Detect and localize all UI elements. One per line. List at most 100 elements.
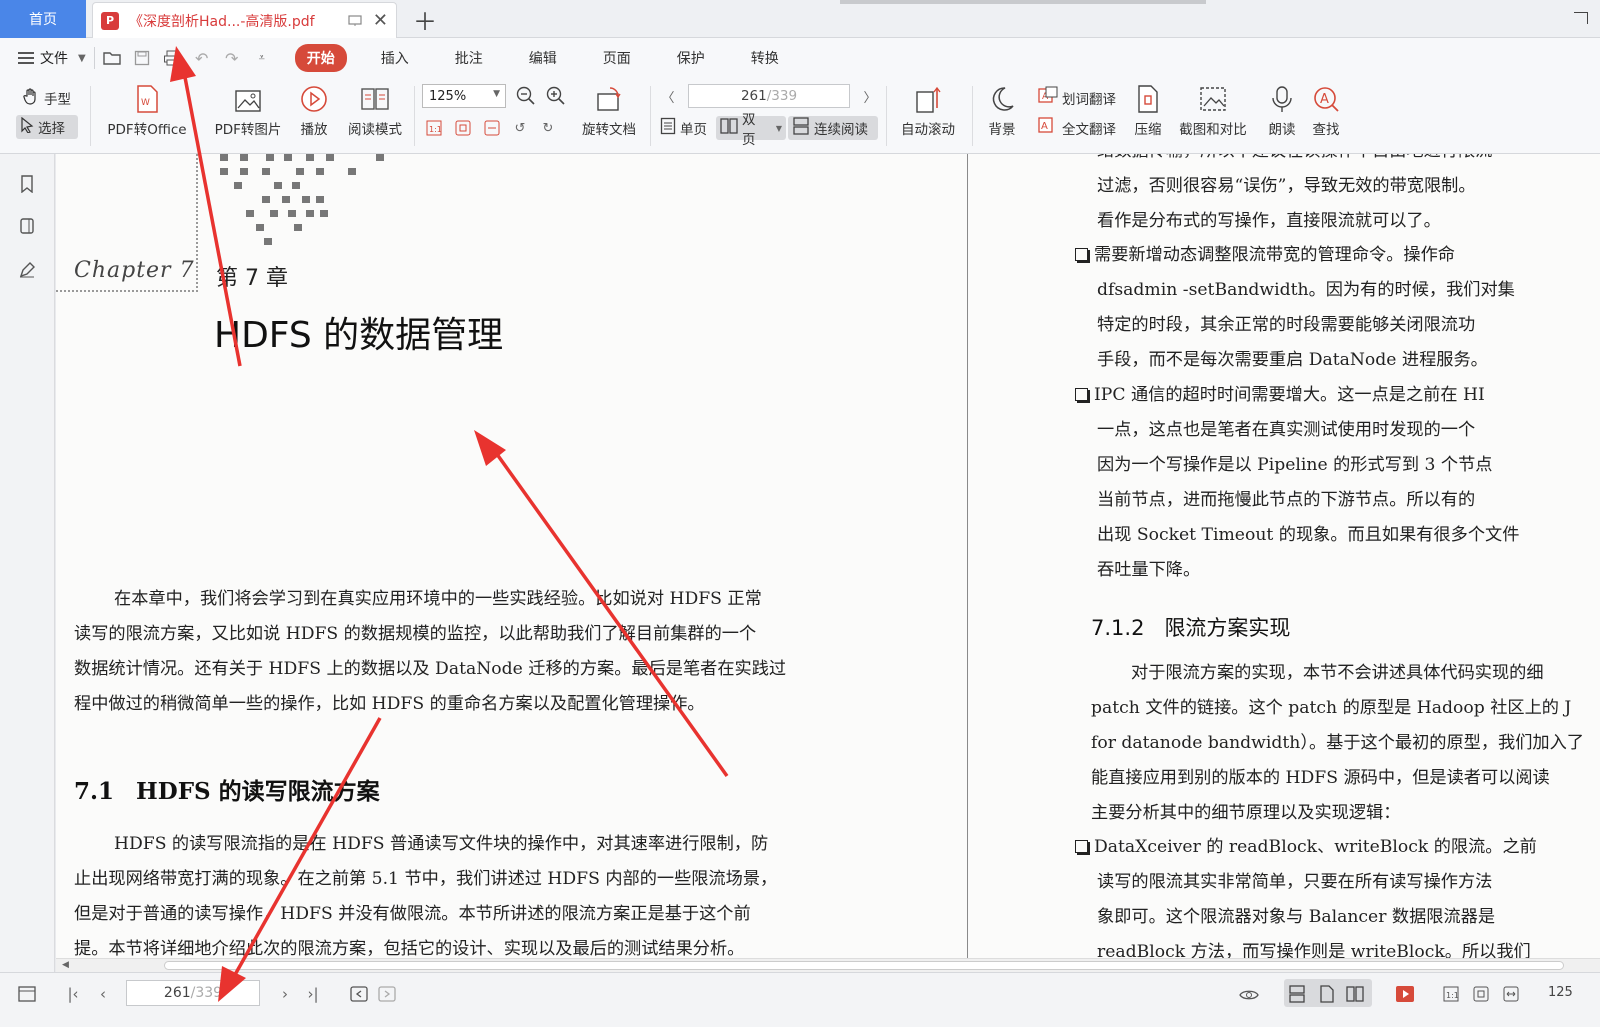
first-page-icon[interactable]: |‹ <box>62 983 84 1005</box>
compress-button[interactable]: 压缩 <box>1128 78 1168 138</box>
chapter-title: HDFS 的数据管理 <box>214 315 504 356</box>
undo-icon[interactable]: ↶ <box>193 49 211 68</box>
back-icon[interactable] <box>348 983 370 1005</box>
read-mode-label: 阅读模式 <box>348 122 402 138</box>
find-button[interactable]: A 查找 <box>1306 78 1346 138</box>
sidebar-toggle-icon[interactable] <box>16 983 38 1005</box>
text-block: 络数据传输，所以不建议在读操作中自由地进行限流 过滤，否则很容易“误伤”，导致无… <box>1097 154 1492 239</box>
single-page-label: 单页 <box>680 122 707 138</box>
close-tab-icon[interactable]: ✕ <box>373 10 388 31</box>
read-aloud-button[interactable]: 朗读 <box>1262 78 1302 138</box>
actual-size-icon[interactable]: 1:1 <box>1440 983 1462 1005</box>
zoom-out-icon[interactable] <box>516 86 536 106</box>
eye-protection-icon[interactable] <box>1238 983 1260 1005</box>
screenshot-compare-button[interactable]: 截图和对比 <box>1174 78 1252 138</box>
home-tab[interactable]: 首页 <box>0 0 86 38</box>
bullet-item: DataXceiver 的 readBlock、writeBlock 的限流。之… <box>1075 830 1537 958</box>
text-line: 特定的时段，其余正常的时段需要能够关闭限流功 <box>1097 315 1476 335</box>
select-tool-button[interactable]: 选择 <box>16 115 78 139</box>
document-viewport[interactable]: Chapter 7 第 7 章 HDFS 的数据管理 在本章中，我们将会学习到在… <box>56 154 1600 958</box>
background-button[interactable]: 背景 <box>980 78 1024 138</box>
horizontal-scrollbar[interactable]: ◀ <box>56 958 1600 972</box>
next-page-icon[interactable]: › <box>274 983 296 1005</box>
new-tab-button[interactable]: ＋ <box>412 6 438 36</box>
open-folder-icon[interactable] <box>103 49 121 67</box>
total-pages: /339 <box>766 88 798 104</box>
continuous-view-icon[interactable] <box>1286 983 1308 1005</box>
double-page-button[interactable]: 双页 ▼ <box>716 112 786 148</box>
full-translate-button[interactable]: A 全文翻译 <box>1034 116 1120 140</box>
tab-protect[interactable]: 保护 <box>665 44 717 72</box>
word-translate-button[interactable]: A 划词翻译 <box>1034 86 1120 110</box>
image-icon <box>233 84 263 114</box>
pin-tab-icon[interactable] <box>347 13 363 29</box>
fit-width-icon[interactable] <box>482 118 502 138</box>
moon-icon <box>987 84 1017 114</box>
previous-page-icon[interactable]: ‹ <box>92 983 114 1005</box>
chevron-down-icon: ▼ <box>493 89 500 99</box>
hand-tool-button[interactable]: 手型 <box>18 86 75 110</box>
double-view-icon[interactable] <box>1344 983 1366 1005</box>
zoom-in-icon[interactable] <box>546 86 566 106</box>
fit-page-icon[interactable] <box>453 118 473 138</box>
thumbnail-icon[interactable] <box>17 216 37 236</box>
auto-scroll-button[interactable]: 自动滚动 <box>892 78 964 138</box>
single-view-icon[interactable] <box>1316 983 1338 1005</box>
save-icon[interactable] <box>133 49 151 67</box>
full-translate-icon: A <box>1038 116 1058 140</box>
previous-page-icon[interactable]: 〈 <box>658 86 678 106</box>
redo-icon[interactable]: ↷ <box>223 49 241 68</box>
tab-page[interactable]: 页面 <box>591 44 643 72</box>
forward-icon[interactable] <box>376 983 398 1005</box>
tab-start[interactable]: 开始 <box>294 44 347 72</box>
pdf-to-office-button[interactable]: W PDF转Office <box>100 78 194 138</box>
tab-annotate[interactable]: 批注 <box>443 44 495 72</box>
status-zoom-value[interactable]: 125 <box>1548 985 1573 1000</box>
single-page-button[interactable]: 单页 <box>656 116 711 140</box>
continuous-read-button[interactable]: 连续阅读 <box>788 116 878 140</box>
rotate-document-button[interactable]: 旋转文档 <box>576 78 642 138</box>
customize-chevron-icon[interactable]: ⩡ <box>253 49 271 67</box>
play-label: 播放 <box>300 122 328 138</box>
rotate-right-icon[interactable]: ↻ <box>538 118 558 138</box>
restore-window-icon[interactable] <box>1574 12 1588 24</box>
tab-edit[interactable]: 编辑 <box>517 44 569 72</box>
next-page-icon[interactable]: 〉 <box>860 86 880 106</box>
document-tab[interactable]: P 《深度剖析Had...-高清版.pdf ✕ <box>92 2 397 38</box>
text-line: 需要新增动态调整限流带宽的管理命令。操作命 <box>1094 245 1455 265</box>
tab-convert[interactable]: 转换 <box>739 44 791 72</box>
auto-scroll-label: 自动滚动 <box>901 122 955 138</box>
last-page-icon[interactable]: ›| <box>302 983 324 1005</box>
current-page: 261 <box>740 88 767 104</box>
pdf-to-image-button[interactable]: PDF转图片 <box>210 78 286 138</box>
annotation-icon[interactable] <box>17 260 37 280</box>
text-line: 但是对于普通的读写操作，HDFS 并没有做限流。本节所讲述的限流方案正是基于这个… <box>74 904 751 924</box>
chevron-down-icon: ▼ <box>775 123 782 133</box>
fit-width-icon[interactable] <box>1500 983 1522 1005</box>
section-paragraph: HDFS 的读写限流指的是在 HDFS 普通读写文件块的操作中，对其速率进行限制… <box>74 827 954 958</box>
actual-size-icon[interactable]: 1:1 <box>424 118 444 138</box>
divider <box>650 86 651 146</box>
text-line: 出现 Socket Timeout 的现象。而且如果有很多个文件 <box>1097 525 1520 545</box>
translate-icon: A <box>1038 86 1058 110</box>
read-mode-button[interactable]: 阅读模式 <box>344 78 406 138</box>
divider <box>886 86 887 146</box>
play-button[interactable]: 播放 <box>296 78 332 138</box>
scrollbar-thumb[interactable] <box>164 961 1564 970</box>
text-line: 读写的限流其实非常简单，只要在所有读写操作方法 <box>1097 872 1493 892</box>
page-number-input[interactable]: 261/339 <box>688 84 850 108</box>
play-icon <box>299 84 329 114</box>
zoom-select[interactable]: 125% ▼ <box>422 84 506 108</box>
svg-text:1:1: 1:1 <box>1446 991 1459 1000</box>
file-menu[interactable]: 文件 ▼ <box>18 48 86 68</box>
chapter-script-label: Chapter 7 <box>74 258 195 283</box>
slideshow-icon[interactable] <box>1394 983 1416 1005</box>
rotate-left-icon[interactable]: ↺ <box>510 118 530 138</box>
bookmark-icon[interactable] <box>17 174 37 194</box>
fit-page-icon[interactable] <box>1470 983 1492 1005</box>
status-page-input[interactable]: 261/339 <box>126 980 260 1006</box>
bullet-item: IPC 通信的超时时间需要增大。这一点是之前在 HI 一点，这点也是笔者在真实测… <box>1075 378 1519 588</box>
scroll-left-icon[interactable]: ◀ <box>62 960 69 970</box>
tab-insert[interactable]: 插入 <box>369 44 421 72</box>
print-icon[interactable] <box>163 49 181 67</box>
